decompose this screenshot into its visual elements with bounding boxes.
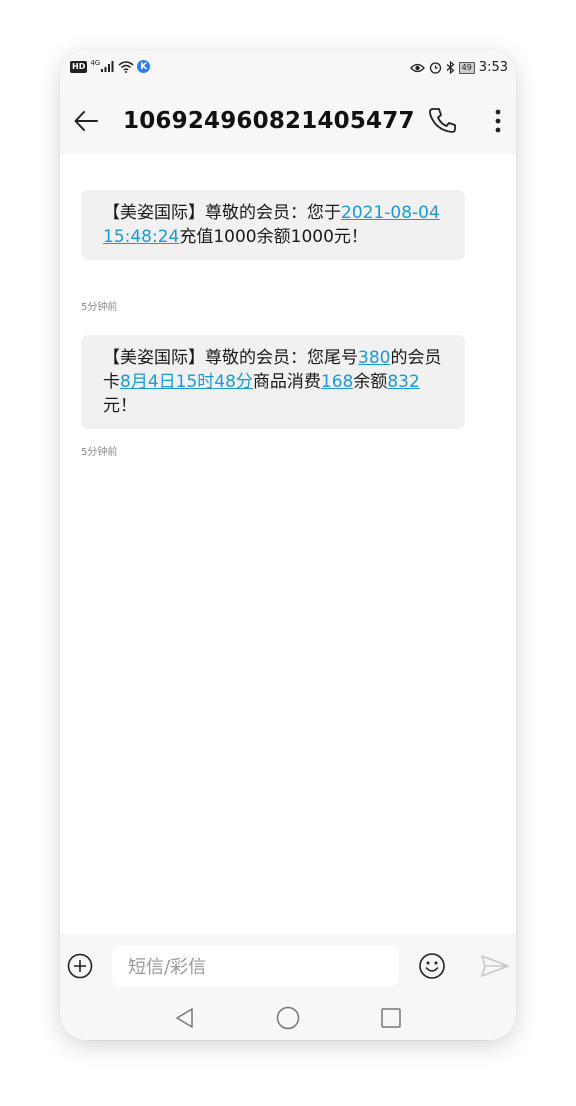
add-attachment-button[interactable] bbox=[67, 953, 93, 979]
more-vertical-icon bbox=[495, 109, 501, 133]
message-text: 【美姿国际】尊敬的会员：您于 bbox=[103, 203, 341, 223]
back-button[interactable] bbox=[72, 107, 100, 135]
message-text: 【美姿国际】尊敬的会员：您尾号 bbox=[103, 348, 358, 368]
composer-bar bbox=[60, 934, 516, 994]
nav-home-button[interactable] bbox=[276, 1006, 300, 1030]
status-right: 49 3:53 bbox=[409, 60, 508, 75]
message-thread[interactable]: 【美姿国际】尊敬的会员：您于2021-08-04 15:48:24充值1000余… bbox=[60, 154, 516, 934]
send-button[interactable] bbox=[480, 954, 510, 978]
message-input[interactable] bbox=[112, 945, 370, 989]
signal-icon bbox=[101, 61, 114, 72]
message-link[interactable]: 8月4日15时48分 bbox=[120, 372, 253, 392]
bluetooth-icon bbox=[446, 61, 455, 74]
message-link[interactable]: 380 bbox=[358, 348, 390, 368]
hd-icon: HD bbox=[70, 60, 88, 73]
message-link[interactable]: 832 bbox=[387, 372, 419, 392]
message-text: 充值1000余额1000元！ bbox=[179, 227, 368, 247]
message-timestamp: 5分钟前 bbox=[81, 447, 118, 458]
emoji-button[interactable] bbox=[418, 952, 446, 980]
square-recents-icon bbox=[381, 1008, 401, 1028]
phone-frame: HD 4G K 49 3:53 106924960821405477 【美姿国际… bbox=[60, 50, 516, 1040]
battery-icon: 49 bbox=[458, 61, 475, 74]
network-type: 4G bbox=[90, 58, 101, 67]
status-left: HD 4G K bbox=[70, 58, 151, 73]
smiley-icon bbox=[419, 953, 445, 979]
circle-home-icon bbox=[276, 1006, 300, 1030]
call-button[interactable] bbox=[428, 106, 456, 136]
message-link[interactable]: 168 bbox=[321, 372, 353, 392]
plus-circle-icon bbox=[67, 953, 93, 979]
message-text: 元！ bbox=[103, 396, 137, 416]
status-time: 3:53 bbox=[478, 60, 508, 75]
message-bubble[interactable]: 【美姿国际】尊敬的会员：您尾号380的会员卡8月4日15时48分商品消费168余… bbox=[81, 335, 465, 429]
message-input-box[interactable] bbox=[112, 945, 398, 989]
wifi-icon bbox=[118, 60, 134, 73]
eye-icon bbox=[409, 63, 425, 72]
nav-back-button[interactable] bbox=[174, 1007, 196, 1029]
nav-recents-button[interactable] bbox=[380, 1007, 402, 1029]
message-text: 商品消费 bbox=[252, 372, 321, 392]
app-notification-icon: K bbox=[137, 60, 151, 73]
alarm-icon bbox=[429, 62, 441, 74]
conversation-title: 106924960821405477 bbox=[123, 108, 415, 134]
status-bar: HD 4G K 49 3:53 bbox=[60, 50, 516, 88]
conversation-header: 106924960821405477 bbox=[60, 88, 516, 154]
triangle-back-icon bbox=[176, 1008, 193, 1028]
send-icon bbox=[481, 955, 509, 977]
phone-icon bbox=[429, 108, 456, 133]
more-options-button[interactable] bbox=[490, 106, 506, 136]
message-bubble[interactable]: 【美姿国际】尊敬的会员：您于2021-08-04 15:48:24充值1000余… bbox=[81, 190, 465, 260]
system-nav-bar bbox=[60, 994, 516, 1040]
message-text: 余额 bbox=[353, 372, 388, 392]
message-timestamp: 5分钟前 bbox=[81, 302, 118, 313]
arrow-left-icon bbox=[74, 111, 98, 131]
